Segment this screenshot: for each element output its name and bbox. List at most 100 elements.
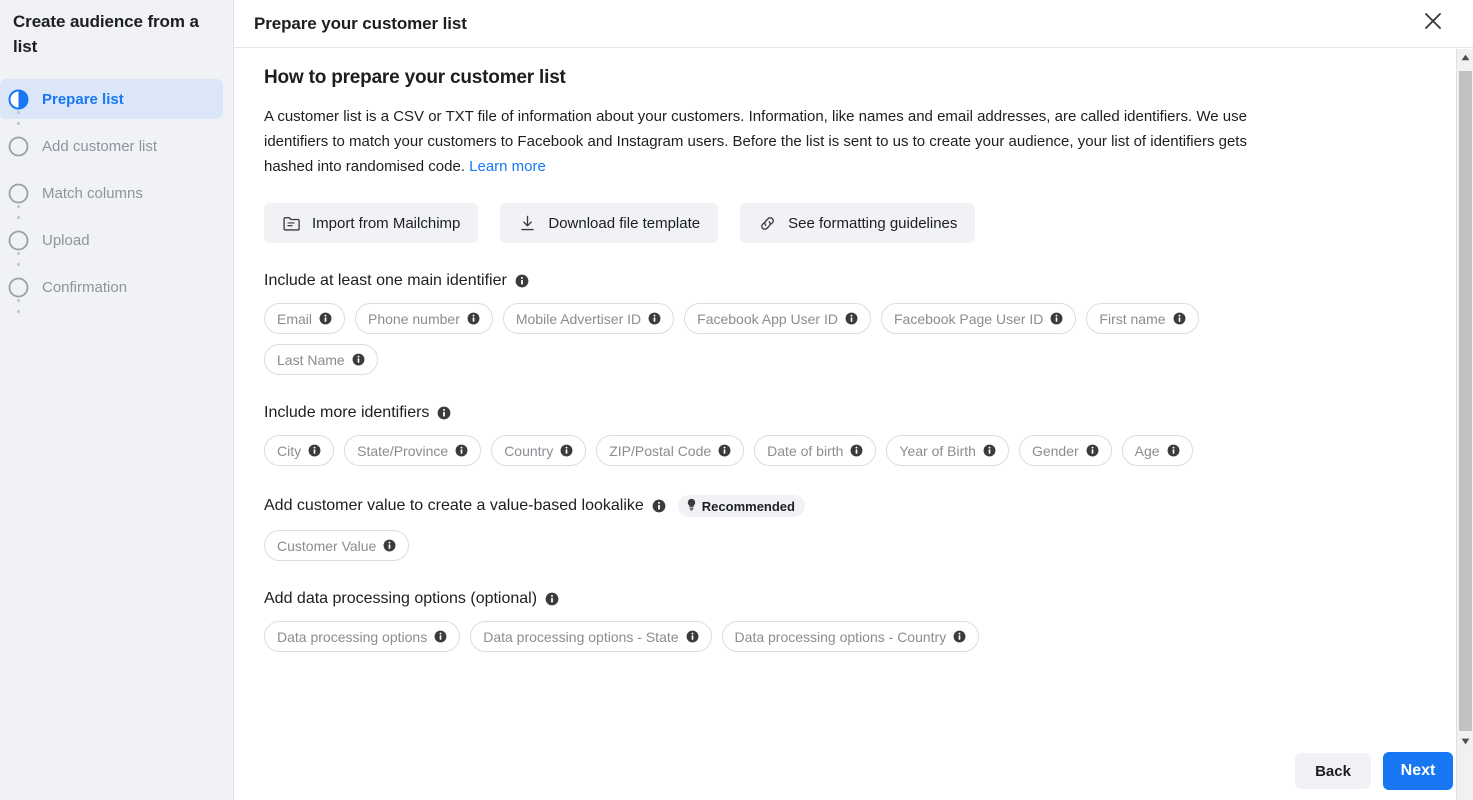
step-connector (17, 299, 20, 314)
info-icon[interactable] (308, 444, 321, 457)
info-icon[interactable] (718, 444, 731, 457)
chip-country[interactable]: Country (491, 435, 587, 466)
sidebar-item-label: Upload (42, 231, 90, 249)
info-icon[interactable] (845, 312, 858, 325)
group-title: Include at least one main identifier (264, 272, 1443, 290)
step-connector (17, 252, 20, 267)
chip-label: Data processing options (277, 628, 428, 645)
status-badge: Recommended (677, 495, 805, 517)
action-button-label: Import from Mailchimp (312, 214, 461, 232)
group-title: Include more identifiers (264, 404, 1443, 422)
chip-phone-number[interactable]: Phone number (355, 303, 493, 334)
chip-label: Mobile Advertiser ID (515, 310, 642, 327)
info-icon[interactable] (1167, 444, 1180, 457)
chip-mobile-advertiser-id[interactable]: Mobile Advertiser ID (502, 303, 675, 334)
info-icon[interactable] (560, 444, 573, 457)
see-formatting-guidelines-button[interactable]: See formatting guidelines (740, 203, 976, 243)
info-icon[interactable] (383, 539, 396, 552)
chip-date-of-birth[interactable]: Date of birth (754, 435, 877, 466)
info-icon[interactable] (319, 312, 332, 325)
chip-age[interactable]: Age (1121, 435, 1193, 466)
chip-city[interactable]: City (264, 435, 335, 466)
group-main-identifiers: Include at least one main identifier Ema… (264, 272, 1443, 375)
next-button[interactable]: Next (1383, 752, 1453, 790)
group-title-label: Add customer value to create a value-bas… (264, 497, 644, 514)
info-icon[interactable] (467, 312, 480, 325)
empty-circle-icon (8, 277, 29, 298)
empty-circle-icon (8, 230, 29, 251)
chip-first-name[interactable]: First name (1086, 303, 1199, 334)
sidebar-title: Create audience from a list (13, 12, 199, 56)
learn-more-link[interactable]: Learn more (469, 158, 546, 175)
chip-state-province[interactable]: State/Province (344, 435, 482, 466)
scroll-down-arrow-icon[interactable] (1457, 733, 1473, 750)
vertical-scrollbar[interactable] (1456, 49, 1473, 800)
chip-label: Customer Value (277, 537, 377, 554)
chip-last-name[interactable]: Last Name (264, 344, 378, 375)
chip-label: City (277, 442, 302, 459)
info-icon[interactable] (1086, 444, 1099, 457)
info-icon[interactable] (648, 312, 661, 325)
dialog-header: Prepare your customer list (234, 0, 1473, 48)
step-connector (17, 111, 20, 126)
info-icon[interactable] (1173, 312, 1186, 325)
chip-label: Facebook Page User ID (894, 310, 1044, 327)
chip-label: Country (504, 442, 554, 459)
group-more-identifiers: Include more identifiers City State/Prov… (264, 404, 1443, 466)
info-icon[interactable] (686, 630, 699, 643)
sidebar-item-upload[interactable]: Upload (0, 220, 223, 260)
import-from-mailchimp-button[interactable]: Import from Mailchimp (264, 203, 479, 243)
chip-gender[interactable]: Gender (1018, 435, 1112, 466)
scroll-up-arrow-icon[interactable] (1457, 49, 1473, 66)
info-icon[interactable] (1050, 312, 1063, 325)
chip-list: Email Phone number Mobile Advertiser ID … (264, 303, 1264, 375)
info-icon[interactable] (652, 499, 666, 513)
sidebar-item-label: Match columns (42, 184, 143, 202)
page-title: Prepare your customer list (254, 13, 467, 33)
group-title: Add data processing options (optional) (264, 590, 1443, 608)
sidebar-item-confirmation[interactable]: Confirmation (0, 267, 223, 307)
info-icon[interactable] (953, 630, 966, 643)
chip-label: ZIP/Postal Code (609, 442, 712, 459)
info-icon[interactable] (515, 274, 529, 288)
back-button[interactable]: Back (1295, 753, 1371, 789)
action-button-row: Import from Mailchimp Download file temp… (264, 203, 1443, 243)
info-icon[interactable] (455, 444, 468, 457)
link-chain-icon (758, 214, 777, 233)
close-icon (1424, 12, 1442, 35)
info-icon[interactable] (983, 444, 996, 457)
info-icon[interactable] (434, 630, 447, 643)
chip-label: Date of birth (767, 442, 844, 459)
content-heading: How to prepare your customer list (264, 67, 566, 88)
chip-zip-postal-code[interactable]: ZIP/Postal Code (596, 435, 745, 466)
scrollbar-thumb[interactable] (1459, 71, 1472, 731)
chip-list: Customer Value (264, 530, 1264, 561)
info-icon[interactable] (850, 444, 863, 457)
sidebar-item-add-customer-list[interactable]: Add customer list (0, 126, 223, 166)
chip-data-processing-options[interactable]: Data processing options (264, 621, 461, 652)
download-icon (518, 214, 537, 233)
close-button[interactable] (1415, 6, 1451, 42)
sidebar-item-label: Add customer list (42, 137, 158, 155)
chip-label: Data processing options - State (483, 628, 679, 645)
empty-circle-icon (8, 183, 29, 204)
chip-email[interactable]: Email (264, 303, 346, 334)
sidebar-item-match-columns[interactable]: Match columns (0, 173, 223, 213)
sidebar-item-prepare-list[interactable]: Prepare list (0, 79, 223, 120)
chip-label: Last Name (277, 351, 345, 368)
action-button-label: See formatting guidelines (788, 214, 958, 232)
chip-facebook-app-user-id[interactable]: Facebook App User ID (684, 303, 871, 334)
intro-paragraph: A customer list is a CSV or TXT file of … (264, 104, 1284, 179)
info-icon[interactable] (352, 353, 365, 366)
chip-facebook-page-user-id[interactable]: Facebook Page User ID (881, 303, 1077, 334)
info-icon[interactable] (545, 592, 559, 606)
chip-data-processing-options-state[interactable]: Data processing options - State (470, 621, 712, 652)
chip-customer-value[interactable]: Customer Value (264, 530, 410, 561)
chip-data-processing-options-country[interactable]: Data processing options - Country (721, 621, 980, 652)
info-icon[interactable] (437, 406, 451, 420)
chip-label: Phone number (368, 310, 460, 327)
chip-list: City State/Province Country ZIP/Postal C… (264, 435, 1264, 466)
action-button-label: Download file template (548, 214, 701, 232)
chip-year-of-birth[interactable]: Year of Birth (886, 435, 1009, 466)
download-file-template-button[interactable]: Download file template (500, 203, 719, 243)
